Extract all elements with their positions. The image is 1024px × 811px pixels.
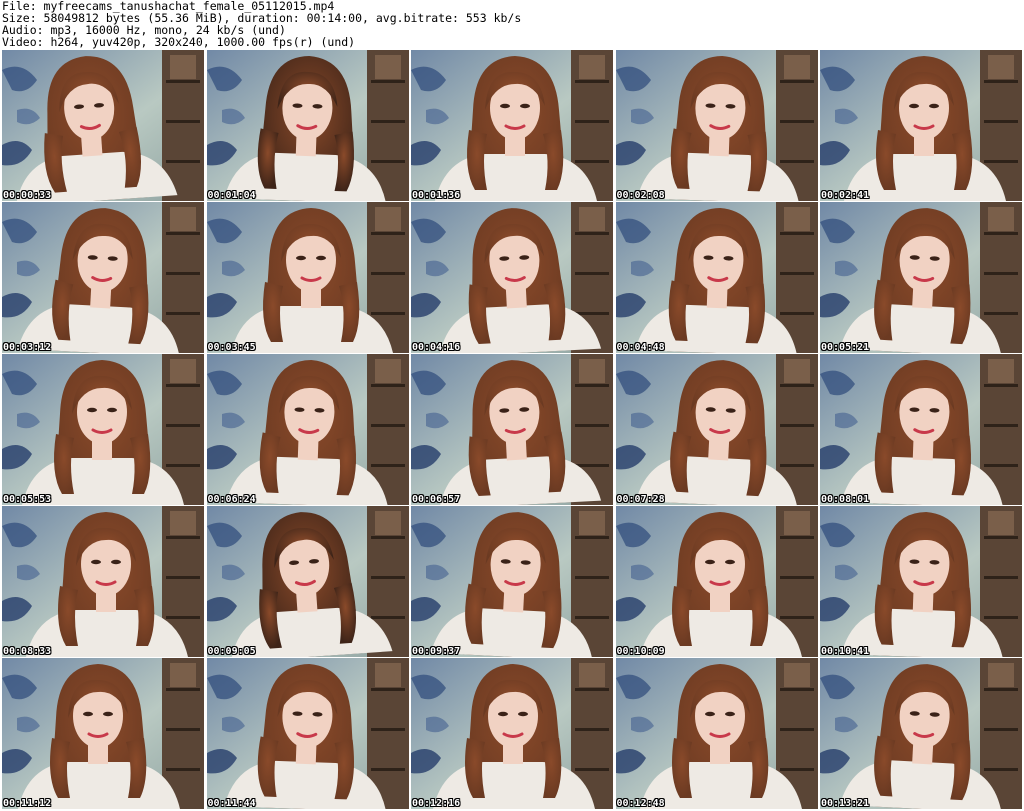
frame-timestamp: 00:00:33: [3, 190, 52, 201]
video-frame-thumbnail: 00:12:48: [615, 658, 818, 809]
video-frame-thumbnail: 00:12:16: [411, 658, 613, 809]
frame-image: [820, 202, 1022, 353]
frame-timestamp: 00:02:41: [821, 190, 870, 201]
frame-image: [820, 354, 1022, 505]
frame-image: [411, 202, 613, 353]
frame-timestamp: 00:10:41: [821, 646, 870, 657]
video-frame-thumbnail: 00:08:01: [820, 354, 1022, 505]
frame-image: [615, 202, 818, 353]
frame-timestamp: 00:09:37: [412, 646, 461, 657]
video-frame-thumbnail: 00:08:33: [2, 506, 204, 657]
frame-image: [2, 202, 204, 353]
video-frame-thumbnail: 00:10:09: [615, 506, 818, 657]
frame-image: [820, 658, 1022, 809]
frame-image: [206, 202, 409, 353]
info-header: File: myfreecams_tanushachat_female_0511…: [2, 0, 1022, 50]
frame-timestamp: 00:01:36: [412, 190, 461, 201]
video-frame-thumbnail: 00:01:36: [411, 50, 613, 201]
video-frame-thumbnail: 00:01:04: [206, 50, 409, 201]
frame-image: [820, 506, 1022, 657]
video-frame-thumbnail: 00:11:44: [206, 658, 409, 809]
video-frame-thumbnail: 00:09:37: [411, 506, 613, 657]
frame-image: [411, 658, 613, 809]
video-frame-thumbnail: 00:11:12: [2, 658, 204, 809]
video-frame-thumbnail: 00:03:45: [206, 202, 409, 353]
frame-timestamp: 00:03:12: [3, 342, 52, 353]
video-frame-thumbnail: 00:06:57: [411, 354, 613, 505]
frame-timestamp: 00:01:04: [207, 190, 256, 201]
frame-image: [411, 50, 613, 201]
video-frame-thumbnail: 00:05:53: [2, 354, 204, 505]
video-frame-thumbnail: 00:10:41: [820, 506, 1022, 657]
frame-image: [2, 50, 204, 201]
frame-image: [206, 50, 409, 201]
frame-image: [206, 354, 409, 505]
frame-image: [206, 506, 409, 657]
frame-timestamp: 00:08:01: [821, 494, 870, 505]
frame-timestamp: 00:04:16: [412, 342, 461, 353]
video-frame-thumbnail: 00:04:16: [411, 202, 613, 353]
frame-timestamp: 00:11:12: [3, 798, 52, 809]
frame-timestamp: 00:13:21: [821, 798, 870, 809]
frame-image: [206, 658, 409, 809]
frame-timestamp: 00:04:48: [616, 342, 665, 353]
video-frame-thumbnail: 00:05:21: [820, 202, 1022, 353]
frame-timestamp: 00:03:45: [207, 342, 256, 353]
frame-timestamp: 00:08:33: [3, 646, 52, 657]
frame-image: [615, 354, 818, 505]
frame-timestamp: 00:05:21: [821, 342, 870, 353]
frame-timestamp: 00:07:28: [616, 494, 665, 505]
video-frame-thumbnail: 00:09:05: [206, 506, 409, 657]
video-frame-thumbnail: 00:00:33: [2, 50, 204, 201]
frame-image: [2, 354, 204, 505]
frame-timestamp: 00:06:24: [207, 494, 256, 505]
frame-image: [615, 658, 818, 809]
video-line: Video: h264, yuv420p, 320x240, 1000.00 f…: [2, 35, 356, 49]
frame-timestamp: 00:10:09: [616, 646, 665, 657]
frame-image: [411, 506, 613, 657]
frame-timestamp: 00:11:44: [207, 798, 256, 809]
frame-timestamp: 00:12:48: [616, 798, 665, 809]
frame-image: [820, 50, 1022, 201]
video-frame-thumbnail: 00:07:28: [615, 354, 818, 505]
video-frame-thumbnail: 00:03:12: [2, 202, 204, 353]
frame-timestamp: 00:05:53: [3, 494, 52, 505]
video-frame-thumbnail: 00:13:21: [820, 658, 1022, 809]
frame-image: [411, 354, 613, 505]
frame-image: [615, 50, 818, 201]
video-frame-thumbnail: 00:02:41: [820, 50, 1022, 201]
thumbnail-grid: 00:00:33 00:01:04 00:01:36 00:02:08 00:0…: [2, 50, 1022, 809]
frame-timestamp: 00:09:05: [207, 646, 256, 657]
frame-image: [2, 658, 204, 809]
video-frame-thumbnail: 00:04:48: [615, 202, 818, 353]
video-frame-thumbnail: 00:02:08: [615, 50, 818, 201]
frame-timestamp: 00:02:08: [616, 190, 665, 201]
video-frame-thumbnail: 00:06:24: [206, 354, 409, 505]
frame-image: [615, 506, 818, 657]
frame-image: [2, 506, 204, 657]
frame-timestamp: 00:06:57: [412, 494, 461, 505]
frame-timestamp: 00:12:16: [412, 798, 461, 809]
